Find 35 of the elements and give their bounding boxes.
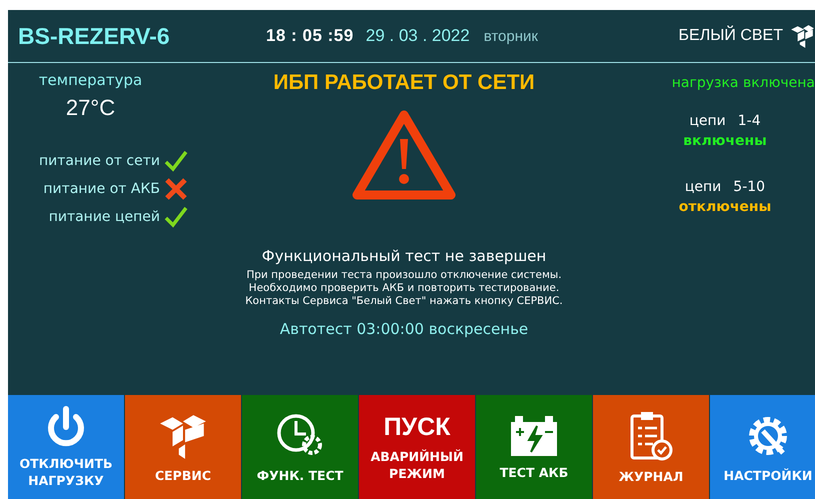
weekday: вторник [484, 28, 539, 44]
status-title: ИБП РАБОТАЕТ ОТ СЕТИ [273, 71, 535, 95]
circuit-range: 5-10 [733, 179, 766, 195]
autotest-schedule: Автотест 03:00:00 воскресенье [280, 320, 528, 338]
device-name: BS-REZERV-6 [18, 22, 171, 50]
warning-icon [351, 109, 457, 201]
circuit-label: цепи [684, 179, 722, 195]
temperature-value: 27°C [66, 95, 116, 121]
message-title: Функциональный тест не завершен [262, 247, 546, 265]
temperature-label: температура [38, 71, 142, 89]
power-check-label: питание от АКБ [43, 181, 160, 197]
load-status: нагрузка включена [672, 75, 815, 91]
function-button[interactable]: НАСТРОЙКИ [710, 395, 815, 499]
circuit-state: отключены [678, 199, 772, 215]
message-text: Контакты Сервиса "Белый Свет" нажать кнопку СЕРВИС. [245, 295, 563, 308]
brand-name: БЕЛЫЙ СВЕТ [678, 27, 783, 45]
function-button[interactable]: ЖУРНАЛ [593, 395, 709, 499]
date: 29 . 03 . 2022 [366, 26, 470, 46]
clock-time: 18 : 05 :59 [266, 26, 354, 46]
function-button[interactable]: ТЕСТ АКБ [476, 395, 592, 499]
circuit-range: 1-4 [738, 113, 761, 129]
start-label: ПУСК [384, 412, 450, 442]
function-button[interactable]: ОТКЛЮЧИТЬ НАГРУЗКУ [8, 395, 124, 499]
circuit-label: цепи [689, 113, 726, 129]
message-text: При проведении теста произошло отключение системы. [246, 269, 562, 282]
function-button[interactable]: ПУСК АВАРИЙНЫЙ РЕЖИМ [359, 395, 475, 499]
battery-icon [509, 414, 559, 458]
clipboard-icon [629, 410, 673, 462]
message-text: Необходимо проверить АКБ и повторить тестирование. [248, 282, 560, 295]
function-button[interactable]: СЕРВИС [125, 395, 241, 499]
function-button[interactable]: ФУНК. ТЕСТ [242, 395, 358, 499]
cubes-logo-icon [789, 23, 815, 49]
power-check-label: питание цепей [48, 209, 160, 225]
circuit-state: включены [683, 133, 767, 149]
power-check-label: питание от сети [38, 153, 160, 169]
